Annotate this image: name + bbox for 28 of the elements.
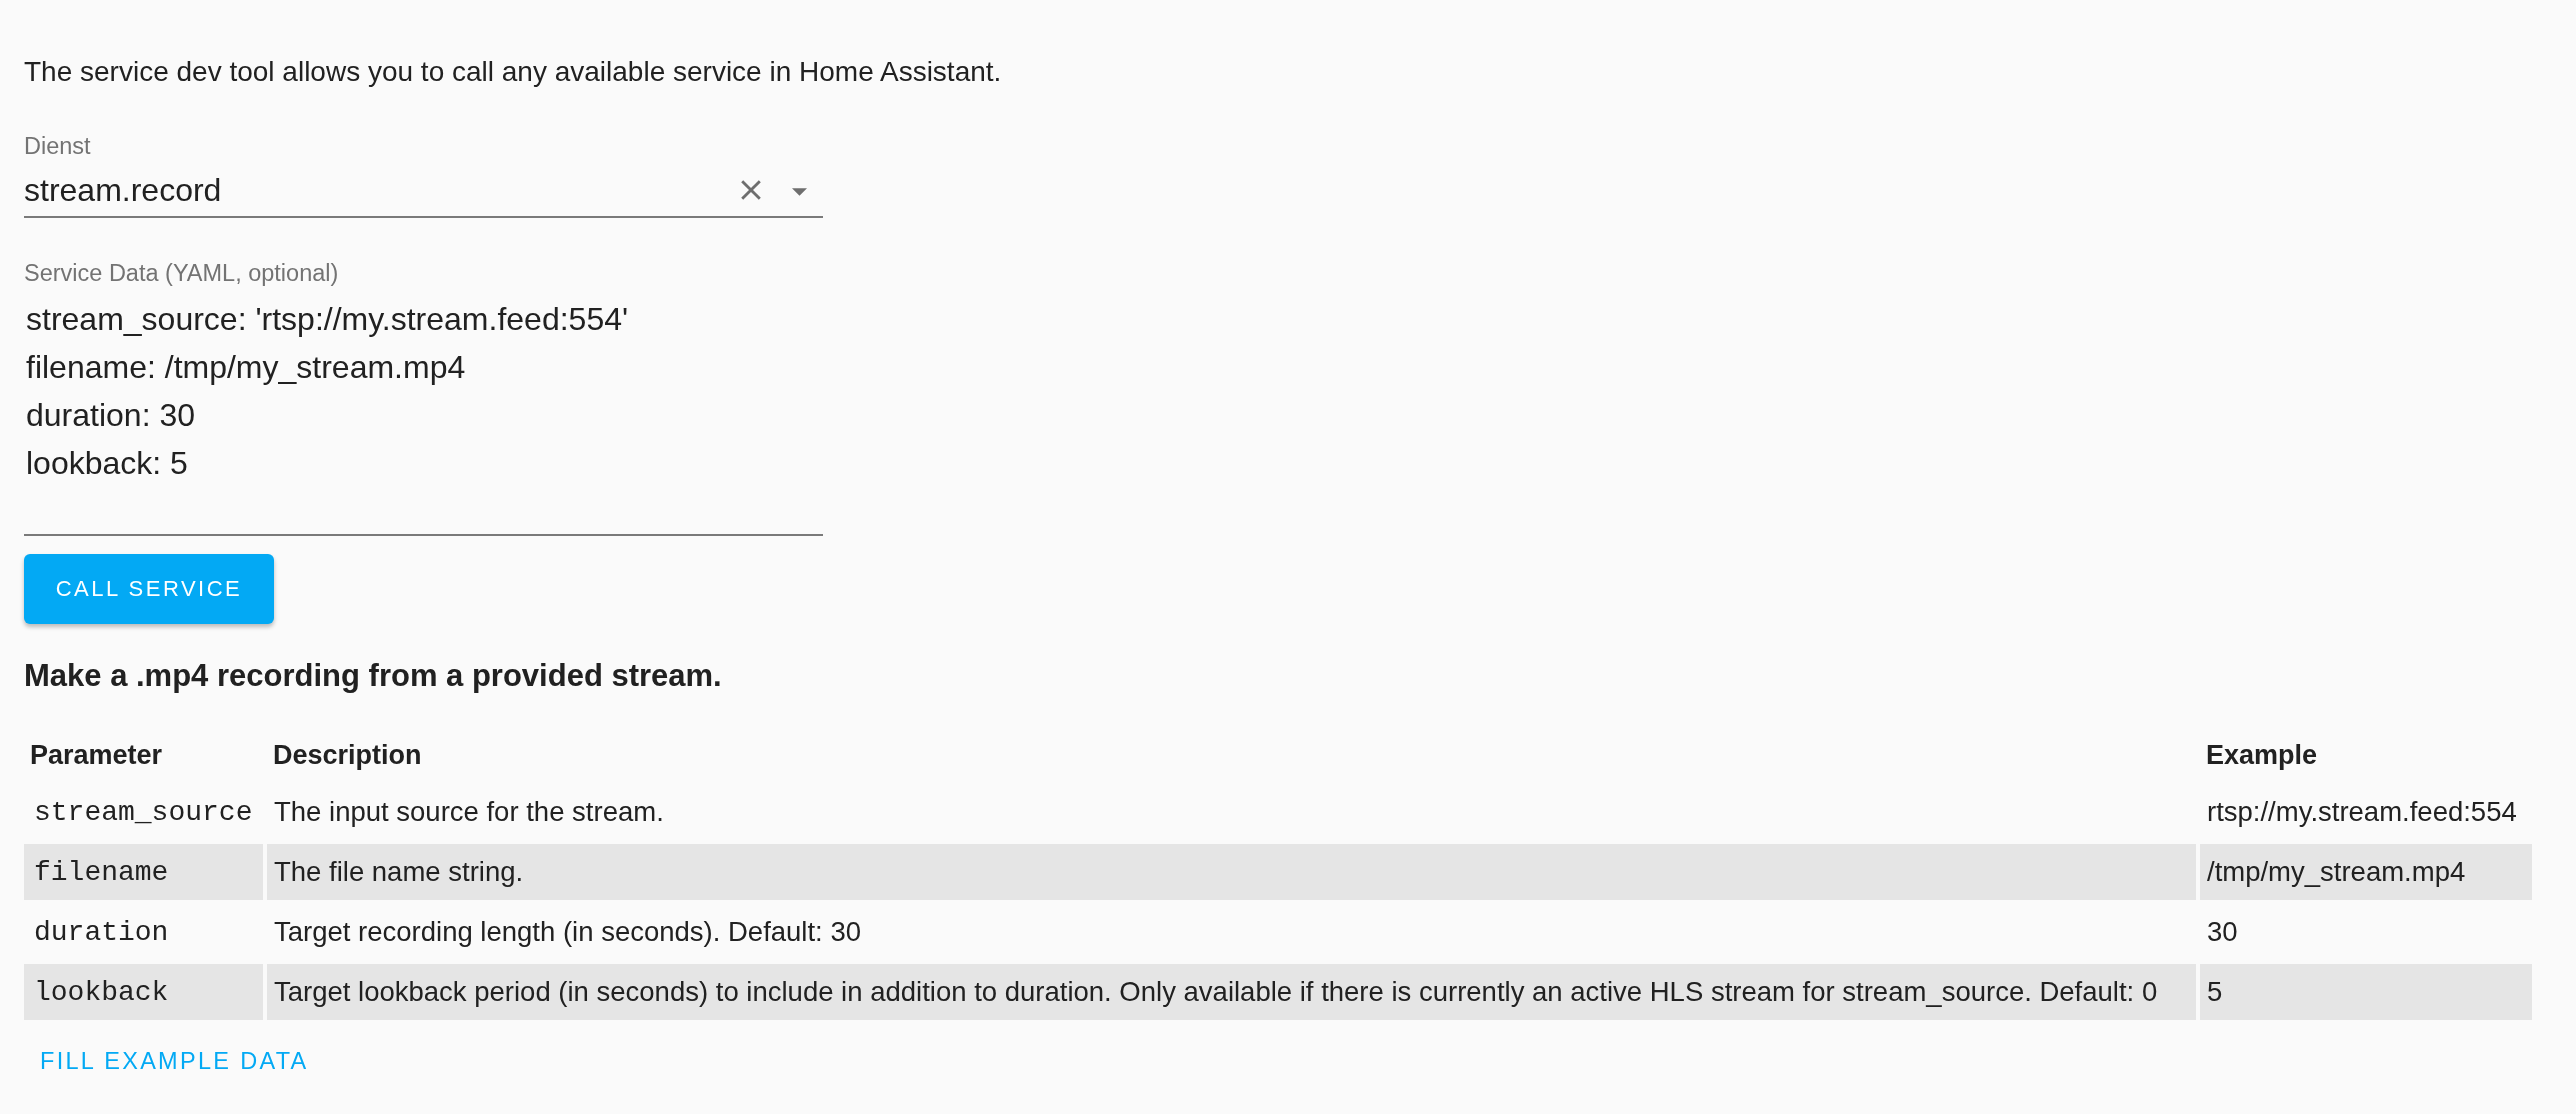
table-cell: Target lookback period (in seconds) to include in addition to duration. Only available if there is currently an active HLS stream for stream_source. Default: 0 bbox=[267, 964, 2196, 1020]
table-cell-text: stream_source bbox=[33, 795, 254, 830]
table-cell: 5 bbox=[2200, 964, 2532, 1020]
code-line: stream_source: 'rtsp://my.stream.feed:554' bbox=[25, 300, 629, 339]
column-header: Parameter bbox=[29, 738, 164, 772]
caret-icon[interactable] bbox=[792, 188, 807, 196]
table-cell-text: rtsp://my.stream.feed:554 bbox=[2206, 795, 2518, 829]
table-cell-text: duration bbox=[33, 915, 170, 950]
table-cell-text: 30 bbox=[2206, 915, 2239, 949]
yaml-editor-field[interactable]: stream_source: 'rtsp://my.stream.feed:554' filename: /tmp/my_stream.mp4 duration: 30 lookback: 5 bbox=[24, 295, 823, 536]
table-cell: filename bbox=[24, 844, 263, 900]
service-description: Make a .mp4 recording from a provided stream. bbox=[24, 658, 722, 694]
field-label: Service Data (YAML, optional) bbox=[24, 261, 339, 285]
table-cell: lookback bbox=[24, 964, 263, 1020]
intro-text: The service dev tool allows you to call any available service in Home Assistant. bbox=[24, 55, 1002, 89]
field-label: Dienst bbox=[24, 134, 91, 158]
table-cell-text: The input source for the stream. bbox=[273, 795, 665, 829]
column-header: Example bbox=[2205, 738, 2319, 772]
code-line: filename: /tmp/my_stream.mp4 bbox=[25, 348, 466, 387]
service-select[interactable]: Dienst stream.record bbox=[24, 134, 823, 218]
table-cell: The file name string. bbox=[267, 844, 2196, 900]
code-line: duration: 30 bbox=[25, 396, 195, 435]
code-line: lookback: 5 bbox=[25, 444, 188, 483]
table-cell-text: Target recording length (in seconds). Default: 30 bbox=[273, 915, 862, 949]
table-cell: /tmp/my_stream.mp4 bbox=[2200, 844, 2532, 900]
field-value: stream.record bbox=[24, 172, 223, 208]
column-header: Description bbox=[272, 738, 423, 772]
clear-icon[interactable] bbox=[740, 179, 762, 201]
